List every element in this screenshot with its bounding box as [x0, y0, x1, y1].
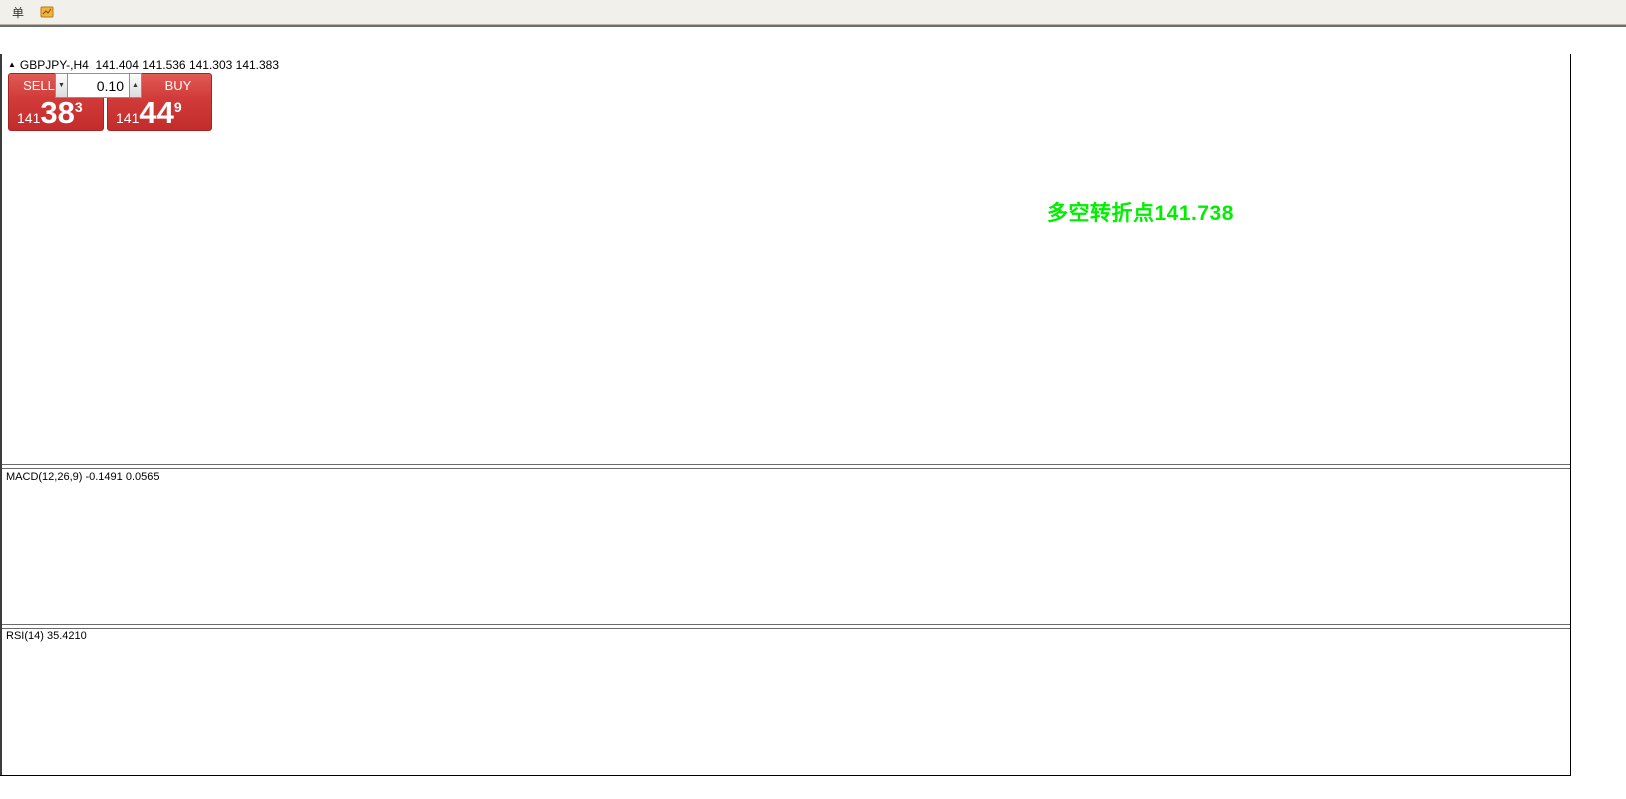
pivot-annotation-text: 多空转折点141.738 — [1047, 197, 1234, 227]
price-axis[interactable] — [1571, 54, 1626, 776]
price-chart-pane[interactable] — [2, 55, 1570, 465]
macd-indicator-pane[interactable] — [2, 468, 1570, 624]
pane-splitter-macd[interactable] — [0, 464, 1626, 469]
pane-splitter-rsi[interactable] — [0, 624, 1626, 629]
rsi-indicator-pane[interactable] — [2, 628, 1570, 775]
market-watch-icon[interactable] — [35, 1, 59, 23]
macd-label: MACD(12,26,9) -0.1491 0.0565 — [6, 471, 159, 483]
main-toolbar: 单 — [0, 0, 1626, 25]
new-order-button[interactable]: 单 — [3, 1, 33, 23]
window-left-border — [0, 54, 2, 776]
market-watch-icon — [39, 4, 55, 20]
rsi-label: RSI(14) 35.4210 — [6, 630, 87, 642]
chart-window[interactable]: ▲GBPJPY-,H4 141.404 141.536 141.303 141.… — [0, 25, 1626, 772]
time-axis[interactable] — [0, 776, 1626, 799]
